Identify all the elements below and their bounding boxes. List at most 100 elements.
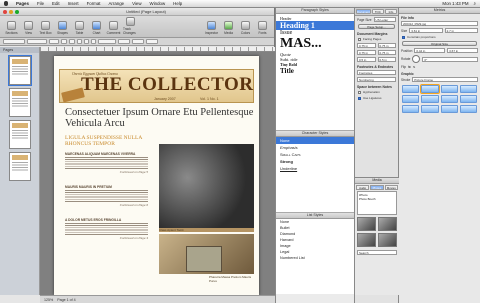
paragraph-style-item[interactable]: Heading 1 [276,21,354,30]
width-field[interactable]: 3.61 in [409,28,443,33]
issue-date[interactable]: January 2007 [154,97,176,101]
flip-vertical-icon[interactable]: ⇅ [413,65,416,69]
close-window-button[interactable] [3,9,7,14]
menu-format[interactable]: Format [87,1,101,6]
frame-swatch[interactable] [440,85,458,93]
frame-swatch[interactable] [421,105,439,113]
height-field[interactable]: 2.7 in [444,28,479,33]
footer-margin-field[interactable]: 0.5 in [377,57,396,62]
constrain-proportions-checkbox[interactable]: Constrain proportions [399,34,480,40]
tab-photos[interactable]: Photos [370,185,384,190]
frame-swatch[interactable] [459,105,477,113]
font-size-field[interactable] [49,39,59,44]
alignment-buttons[interactable] [98,39,116,44]
zoom-level[interactable]: 125% [44,298,53,302]
photo-caption[interactable]: Class Aptent Taciti [159,228,254,232]
menu-view[interactable]: View [132,1,141,6]
frame-swatch[interactable] [420,84,440,94]
frame-swatch[interactable] [402,85,420,93]
media-thumbnail[interactable] [378,217,397,231]
tab-movies[interactable]: Movies [384,185,398,190]
header-margin-field[interactable]: 0.5 in [357,57,376,62]
footnote-format-popup[interactable]: Footnotes [357,70,396,75]
frame-swatch[interactable] [421,95,439,103]
top-margin-field[interactable]: 0.75 in [357,50,376,55]
footnote-numbering-popup[interactable]: Numbering [357,77,396,82]
character-style-item[interactable]: Emphasis [276,144,354,151]
page-size-popup[interactable]: US Letter [373,17,396,22]
tab-document[interactable]: Document [356,9,371,14]
flip-horizontal-icon[interactable]: ⇆ [408,65,411,69]
minimize-window-button[interactable] [9,9,13,14]
character-style-item[interactable]: Strong [276,158,354,165]
article-column[interactable]: A DOLOR METUS EROS FRINGILLA Continued o… [65,218,148,240]
media-thumbnail[interactable] [357,217,376,231]
article-column[interactable]: MAURIS MAURIS IN PRETIUM Continued on Pa… [65,185,148,207]
frame-swatch[interactable] [402,95,420,103]
style-popup[interactable] [3,39,25,44]
font-family-popup[interactable] [27,39,47,44]
columns-popup[interactable] [132,39,144,44]
horizontal-ruler[interactable] [40,47,275,52]
sidebar-note[interactable]: Pharetra Massa Pretium Mauris Purus [209,275,253,283]
angle-field[interactable]: 0° [422,56,478,62]
apple-menu-icon[interactable] [4,1,8,6]
right-margin-field[interactable]: 0.75 in [377,43,396,48]
chart-button[interactable]: Chart [89,21,104,35]
frame-swatch[interactable] [459,85,477,93]
table-button[interactable]: Table [72,21,87,35]
menu-arrange[interactable]: Arrange [108,1,124,6]
sections-button[interactable]: Sections [4,21,19,35]
clock[interactable]: Mon 1:43 PM [442,1,468,6]
shapes-button[interactable]: Shapes [55,21,70,35]
media-search-input[interactable]: Search [357,250,397,255]
menu-insert[interactable]: Insert [68,1,79,6]
paragraph-style-item[interactable]: MAS... [276,36,354,52]
view-button[interactable]: View [21,21,36,35]
page-thumbnail[interactable] [9,88,31,117]
page-thumbnail[interactable] [9,152,31,181]
y-field[interactable]: 3.67 in [447,48,478,53]
page-thumbnail[interactable] [8,55,32,86]
media-button[interactable]: Media [221,21,236,35]
italic-button[interactable] [84,39,89,44]
text-box-button[interactable]: Text Box [38,21,53,35]
bold-button[interactable] [77,39,82,44]
frame-swatch[interactable] [440,95,458,103]
original-size-button[interactable]: Original Size [402,41,477,46]
track-changes-button[interactable]: Track Changes [123,17,138,35]
stamp-photo[interactable] [186,246,222,272]
fonts-button[interactable]: Fonts [255,21,270,35]
media-thumbnail[interactable] [357,233,376,247]
rotate-wheel-icon[interactable] [412,55,421,63]
line-spacing-popup[interactable] [118,39,130,44]
menu-edit[interactable]: Edit [52,1,60,6]
text-color-well[interactable] [61,39,67,44]
headline[interactable]: Consectetuer Ipsum Ornare Etu Pellentesq… [65,107,255,129]
menu-window[interactable]: Window [150,1,166,6]
media-source-item[interactable]: Photo Booth [359,197,395,201]
character-style-item[interactable]: None [276,137,354,144]
page-thumbnail[interactable] [9,120,31,149]
character-style-item[interactable]: Small Caps [276,151,354,158]
frame-swatch[interactable] [440,105,458,113]
media-thumbnail[interactable] [378,233,397,247]
dolls-photo[interactable] [159,144,254,228]
volume-number[interactable]: Vol. 1 No. 1 [200,97,219,101]
underline-button[interactable] [91,39,96,44]
subhead[interactable]: LIGULA SUSPENDISSE NULLA RHONCUS TEMPOR [65,135,155,147]
highlight-color-well[interactable] [69,39,75,44]
x-field[interactable]: 0.44 in [414,48,446,53]
comment-button[interactable]: Comment [106,21,121,35]
ligatures-checkbox[interactable]: Use Ligatures [355,95,398,101]
tab-audio[interactable]: Audio [356,185,370,190]
menu-file[interactable]: File [37,1,44,6]
paragraph-style-item[interactable]: Title [276,67,354,75]
tab-toc[interactable]: TOC [371,9,384,14]
frame-swatch[interactable] [402,105,420,113]
character-style-item[interactable]: Underline [276,165,354,172]
masthead-title[interactable]: THE COLLECTOR [81,74,253,96]
left-margin-field[interactable]: 0.75 in [357,43,376,48]
page-setup-button[interactable]: Page Setup... [358,24,395,29]
tab-info[interactable]: Info [384,9,397,14]
